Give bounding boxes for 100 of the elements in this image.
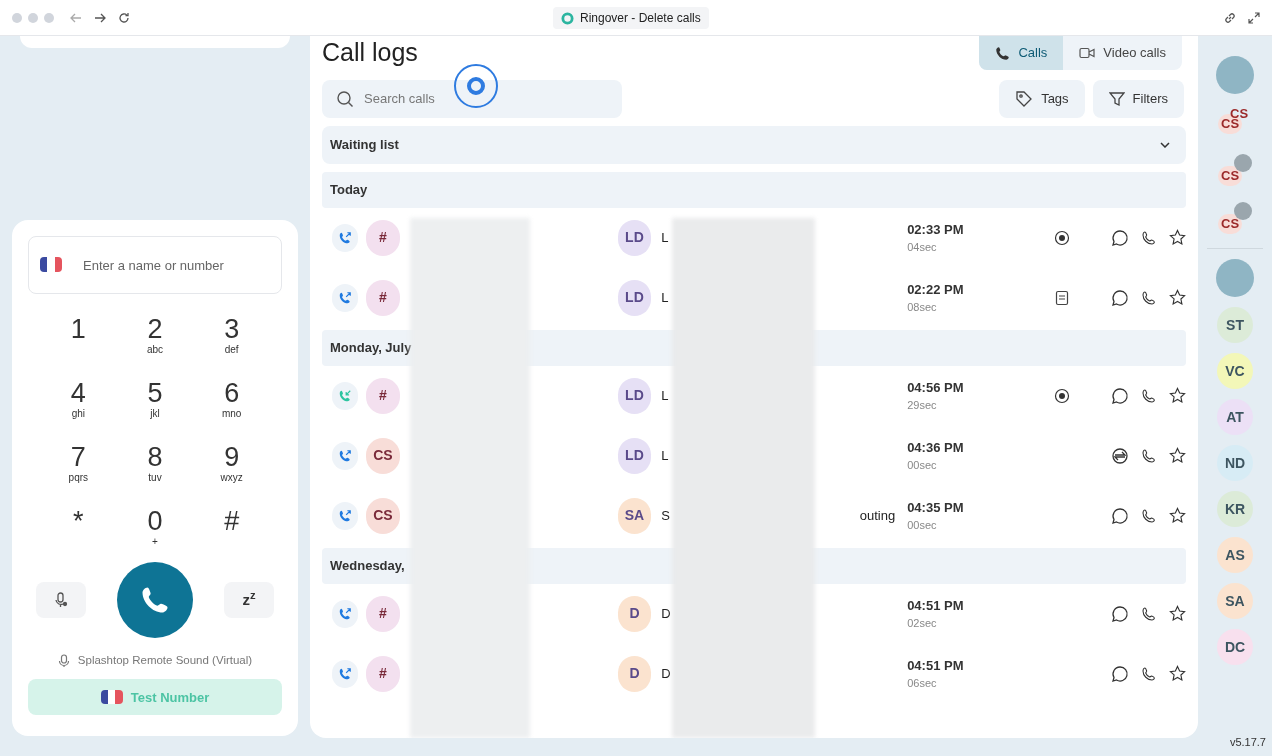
phone-icon[interactable] [1141,289,1157,306]
caller-avatar: CS [366,437,400,474]
star-icon[interactable] [1169,507,1186,524]
expand-icon[interactable] [1248,11,1260,24]
call-time: 04:36 PM [907,438,965,457]
dial-key[interactable]: 7 pqrs [40,442,117,490]
voicemail-mic-button[interactable] [36,582,86,618]
search-icon [336,89,354,108]
contact-name: outing [859,507,896,523]
forward-icon[interactable] [94,11,106,24]
contact-name: L [661,446,666,465]
chat-bubble-icon[interactable] [1111,288,1129,307]
outgoing-call-icon [332,441,359,470]
section-header: Today [322,171,1186,208]
reload-icon[interactable] [118,11,130,24]
tags-button[interactable]: Tags [999,79,1085,118]
call-time: 04:56 PM [907,378,965,397]
contact-avatar[interactable]: SA [1217,583,1253,619]
phone-icon[interactable] [1141,605,1157,622]
caller-avatar: # [366,279,400,316]
chat-bubble-icon[interactable] [1111,228,1129,247]
note-icon[interactable] [1054,289,1069,306]
dial-key[interactable]: 0 + [116,506,194,554]
outgoing-call-icon [332,501,359,530]
call-duration: 02sec [907,616,938,631]
caller-avatar: # [366,595,400,632]
audio-device-label: Splashtop Remote Sound (Virtual) [77,653,253,668]
outgoing-call-icon [332,283,359,312]
france-flag-icon[interactable] [40,257,62,272]
phone-icon[interactable] [1141,387,1157,404]
star-icon[interactable] [1169,605,1186,622]
star-icon[interactable] [1169,665,1186,682]
contact-avatar[interactable]: DC [1217,629,1253,665]
dial-key[interactable]: * [40,506,117,554]
click-indicator-icon [454,64,498,108]
dial-key[interactable]: # [193,506,270,554]
dial-key[interactable]: 1 [40,314,117,362]
tag-icon [1015,89,1034,108]
call-duration: 08sec [907,300,938,315]
contact-avatar[interactable]: ST [1217,307,1253,343]
caller-avatar: # [366,655,400,692]
transfer-icon[interactable] [1111,446,1129,465]
star-icon[interactable] [1169,289,1186,306]
version-label: v5.17.7 [1229,734,1266,750]
phone-icon[interactable] [1141,229,1157,246]
filter-icon [1108,90,1125,107]
contact-avatar[interactable]: KR [1217,491,1253,527]
chat-bubble-icon[interactable] [1111,604,1129,623]
chat-bubble-icon[interactable] [1111,664,1129,683]
filters-button[interactable]: Filters [1092,79,1184,118]
phone-icon [140,585,170,615]
star-icon[interactable] [1169,387,1186,404]
caller-avatar: # [366,377,400,414]
dial-key[interactable]: 9 wxyz [193,442,270,490]
link-icon[interactable] [1224,11,1236,24]
search-field[interactable]: Search calls [322,79,622,118]
call-time: 04:51 PM [907,596,965,615]
phone-number-field[interactable]: Enter a name or number [28,236,282,294]
chat-bubble-icon[interactable] [1111,506,1129,525]
tab[interactable]: Calls [979,36,1064,70]
contact-avatar: LD [617,219,652,256]
star-icon[interactable] [1169,229,1186,246]
outgoing-call-icon [332,599,359,628]
phone-icon[interactable] [1141,665,1157,682]
dial-key[interactable]: 2 abc [116,314,194,362]
dial-key[interactable]: 5 jkl [116,378,194,426]
phone-icon[interactable] [1141,447,1157,464]
outgoing-call-icon [332,659,359,688]
contact-avatar[interactable]: AS [1217,537,1253,573]
phone-icon [995,45,1011,61]
contact-avatar[interactable]: AT [1217,399,1253,435]
call-time: 04:35 PM [907,498,965,517]
contact-avatar: LD [617,279,652,316]
contact-avatar: D [617,595,652,632]
chat-bubble-icon[interactable] [1111,386,1129,405]
recording-icon[interactable] [1053,229,1070,246]
window-title: Ringover - Delete calls [553,7,709,29]
microphone-icon [54,592,68,608]
caller-avatar: CS [366,497,400,534]
dial-key[interactable]: 4 ghi [40,378,117,426]
contact-avatar[interactable]: ND [1217,445,1253,481]
contact-name: L [661,288,666,307]
snooze-button[interactable]: z$^{z}$ [224,582,274,618]
dial-key[interactable]: 3 def [193,314,270,362]
tab[interactable]: Video calls [1063,36,1182,70]
star-icon[interactable] [1169,447,1186,464]
app-logo-icon [561,11,574,25]
caller-avatar: # [366,219,400,256]
phone-icon[interactable] [1141,507,1157,524]
dial-key[interactable]: 6 mno [193,378,270,426]
recording-icon[interactable] [1053,387,1070,404]
contact-avatar[interactable]: VC [1217,353,1253,389]
waiting-list-dropdown[interactable]: Waiting list [322,125,1186,164]
dial-key[interactable]: 8 tuv [116,442,194,490]
contact-avatar: D [617,655,652,692]
call-duration: 29sec [907,398,938,413]
call-time: 02:22 PM [907,280,965,299]
chevron-icon [1160,141,1170,148]
contact-name: L [661,228,666,247]
contact-avatar: SA [617,497,652,534]
